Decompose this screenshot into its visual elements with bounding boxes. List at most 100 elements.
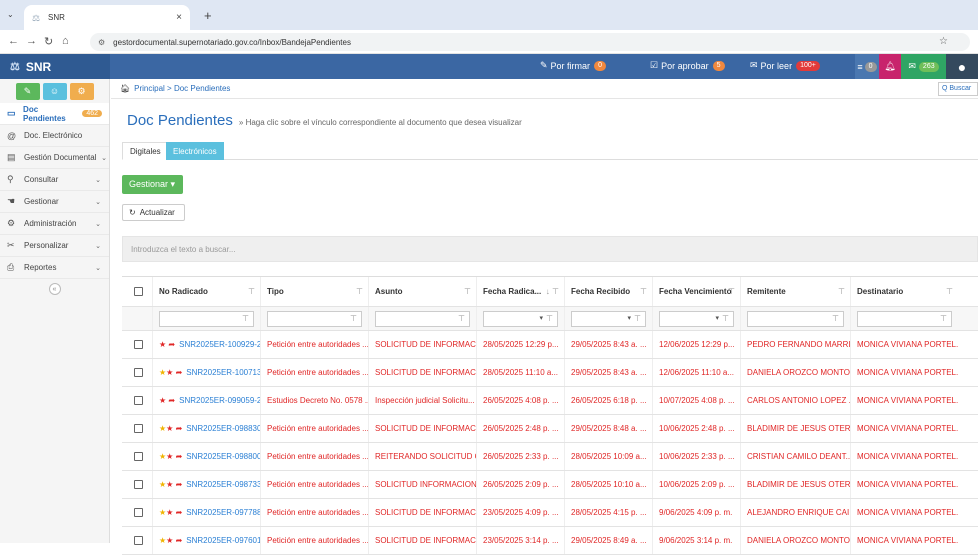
brand[interactable]: ⚖ SNR bbox=[0, 54, 110, 79]
gestionar-button[interactable]: Gestionar ▾ bbox=[122, 175, 183, 194]
gears-icon[interactable]: ⚙ bbox=[69, 82, 94, 100]
cell-radicado[interactable]: ★★ ➦SNR2025ER-097601-2 bbox=[152, 527, 260, 554]
sidebar-item-gestionar[interactable]: ☚ Gestionar ⌄ bbox=[0, 191, 109, 213]
filter-asunto[interactable]: ⊤ bbox=[368, 307, 476, 330]
sidebar-item-doc-electronico[interactable]: @ Doc. Electrónico bbox=[0, 125, 109, 147]
row-checkbox[interactable] bbox=[122, 415, 152, 442]
breadcrumb-text[interactable]: Principal > Doc Pendientes bbox=[134, 84, 230, 93]
row-checkbox[interactable] bbox=[122, 387, 152, 414]
home-icon[interactable]: 🏠︎ bbox=[120, 84, 130, 93]
sidebar-item-gestion-documental[interactable]: ▤ Gestión Documental ⌄ bbox=[0, 147, 109, 169]
row-checkbox[interactable] bbox=[122, 331, 152, 358]
col-asunto[interactable]: Asunto ⊤ bbox=[368, 277, 476, 306]
radicado-link[interactable]: SNR2025ER-098830-2 bbox=[186, 424, 260, 433]
cell-radicado[interactable]: ★★ ➦SNR2025ER-100713-2 bbox=[152, 359, 260, 386]
filter-destinatario[interactable]: ⊤ bbox=[850, 307, 958, 330]
bookmark-star-icon[interactable]: ☆ bbox=[939, 36, 948, 47]
collapse-sidebar-icon[interactable]: « bbox=[48, 283, 61, 295]
cell-radicado[interactable]: ★★ ➦SNR2025ER-098733-2 bbox=[152, 471, 260, 498]
tab-electronicos[interactable]: Electrónicos bbox=[166, 142, 224, 160]
select-all-checkbox[interactable] bbox=[122, 277, 152, 306]
sidebar-item-label: Gestión Documental bbox=[24, 153, 97, 162]
table-row[interactable]: ★★ ➦SNR2025ER-098800-2Petición entre aut… bbox=[122, 443, 978, 471]
reload-icon[interactable]: ↻ bbox=[44, 35, 53, 48]
col-fecha-radicado[interactable]: Fecha Radica... ↓ ⊤ bbox=[476, 277, 564, 306]
row-checkbox[interactable] bbox=[122, 499, 152, 526]
actualizar-button[interactable]: ↻ Actualizar bbox=[122, 204, 185, 221]
close-tab-icon[interactable]: × bbox=[176, 12, 182, 23]
user-menu[interactable]: ● bbox=[946, 54, 978, 79]
sidebar-item-administracion[interactable]: ⚙ Administración ⌄ bbox=[0, 213, 109, 235]
new-tab-icon[interactable]: + bbox=[204, 8, 212, 23]
col-fecha-vencimiento[interactable]: Fecha Vencimiento ⊤ bbox=[652, 277, 740, 306]
col-destinatario[interactable]: Destinatario ⊤ bbox=[850, 277, 958, 306]
col-tipo[interactable]: Tipo ⊤ bbox=[260, 277, 368, 306]
cell-fecha-vencimiento: 12/06/2025 12:29 p... bbox=[652, 331, 740, 358]
sidebar-item-label: Administración bbox=[24, 219, 77, 228]
tab-digitales[interactable]: Digitales bbox=[122, 142, 169, 160]
radicado-link[interactable]: SNR2025ER-100713-2 bbox=[186, 368, 260, 377]
por-leer-link[interactable]: ✉ Por leer 100+ bbox=[750, 60, 820, 71]
pending-count-badge: 462 bbox=[82, 110, 102, 117]
filter-fecha-radicado[interactable]: ▾ ⊤ bbox=[476, 307, 564, 330]
col-fecha-recibido[interactable]: Fecha Recibido ⊤ bbox=[564, 277, 652, 306]
cell-radicado[interactable]: ★★ ➦SNR2025ER-097788-2 bbox=[152, 499, 260, 526]
table-row[interactable]: ★ ➦ SNR2025ER-100929-2 Petición entre auto… bbox=[122, 331, 978, 359]
back-icon[interactable]: ← bbox=[8, 35, 19, 47]
row-checkbox[interactable] bbox=[122, 443, 152, 470]
mail-button[interactable]: ✉ 263 bbox=[901, 54, 946, 79]
cell-radicado[interactable]: ★ ➦ SNR2025ER-099059-2 bbox=[152, 387, 260, 414]
browser-tab[interactable]: ⚖ SNR × bbox=[24, 5, 190, 30]
pencil-icon[interactable]: ✎ bbox=[15, 82, 40, 100]
cell-radicado[interactable]: ★ ➦ SNR2025ER-100929-2 bbox=[152, 331, 260, 358]
messages-badge: 0 bbox=[864, 61, 877, 72]
filter-fecha-vencimiento[interactable]: ▾ ⊤ bbox=[652, 307, 740, 330]
notifications-button[interactable]: 🔔︎ bbox=[879, 54, 901, 79]
forward-icon[interactable]: → bbox=[26, 35, 37, 47]
cell-fecha-vencimiento: 12/06/2025 11:10 a... bbox=[652, 359, 740, 386]
por-leer-badge: 100+ bbox=[796, 60, 820, 71]
messages-button[interactable]: ≡ 0 bbox=[855, 54, 879, 79]
tab-list-chevron-icon[interactable]: ⌄ bbox=[7, 10, 14, 19]
filter-remitente[interactable]: ⊤ bbox=[740, 307, 850, 330]
cell-remitente: PEDRO FERNANDO MARRI... bbox=[740, 331, 850, 358]
por-firmar-link[interactable]: ✎ Por firmar 0 bbox=[540, 60, 606, 71]
row-checkbox[interactable] bbox=[122, 527, 152, 554]
table-row[interactable]: ★★ ➦SNR2025ER-098733-2Petición entre aut… bbox=[122, 471, 978, 499]
cell-fecha-radicado: 23/05/2025 4:09 p. ... bbox=[476, 499, 564, 526]
row-checkbox[interactable] bbox=[122, 471, 152, 498]
col-no-radicado[interactable]: No Radicado ⊤ bbox=[152, 277, 260, 306]
table-row[interactable]: ★ ➦ SNR2025ER-099059-2 Estudios Decreto No… bbox=[122, 387, 978, 415]
table-row[interactable]: ★★ ➦SNR2025ER-097788-2Petición entre aut… bbox=[122, 499, 978, 527]
col-remitente[interactable]: Remitente ⊤ bbox=[740, 277, 850, 306]
site-info-icon[interactable]: ⚙ bbox=[98, 38, 105, 47]
url-field[interactable]: ⚙ gestordocumental.supernotariado.gov.co… bbox=[90, 33, 970, 51]
filter-icon: ⊤ bbox=[356, 287, 363, 296]
priority-stars-icon: ★★ ➦ bbox=[159, 508, 183, 517]
radicado-link[interactable]: SNR2025ER-100929-2 bbox=[179, 340, 260, 349]
app-header: ⚖ SNR ✎ Por firmar 0 ☑ Por aprobar 5 ✉ P… bbox=[0, 54, 978, 79]
sidebar-item-doc-pendientes[interactable]: ▭ Doc Pendientes 462 bbox=[0, 103, 109, 125]
table-row[interactable]: ★★ ➦SNR2025ER-098830-2Petición entre aut… bbox=[122, 415, 978, 443]
sidebar-item-reportes[interactable]: ⎙ Reportes ⌄ bbox=[0, 257, 109, 279]
cell-radicado[interactable]: ★★ ➦SNR2025ER-098830-2 bbox=[152, 415, 260, 442]
radicado-link[interactable]: SNR2025ER-097788-2 bbox=[186, 508, 260, 517]
sidebar-item-consultar[interactable]: ⚲ Consultar ⌄ bbox=[0, 169, 109, 191]
sidebar-item-personalizar[interactable]: ✂ Personalizar ⌄ bbox=[0, 235, 109, 257]
radicado-link[interactable]: SNR2025ER-097601-2 bbox=[186, 536, 260, 545]
users-icon[interactable]: ☺ bbox=[42, 82, 67, 100]
filter-input[interactable]: Introduzca el texto a buscar... bbox=[122, 236, 978, 262]
home-icon[interactable]: ⌂ bbox=[62, 35, 69, 47]
row-checkbox[interactable] bbox=[122, 359, 152, 386]
table-row[interactable]: ★★ ➦SNR2025ER-097601-2Petición entre aut… bbox=[122, 527, 978, 555]
radicado-link[interactable]: SNR2025ER-098800-2 bbox=[186, 452, 260, 461]
search-input[interactable]: Q Buscar bbox=[938, 82, 978, 96]
table-row[interactable]: ★★ ➦SNR2025ER-100713-2Petición entre aut… bbox=[122, 359, 978, 387]
cell-radicado[interactable]: ★★ ➦SNR2025ER-098800-2 bbox=[152, 443, 260, 470]
filter-tipo[interactable]: ⊤ bbox=[260, 307, 368, 330]
por-aprobar-link[interactable]: ☑ Por aprobar 5 bbox=[650, 60, 725, 71]
radicado-link[interactable]: SNR2025ER-099059-2 bbox=[179, 396, 260, 405]
filter-no-radicado[interactable]: ⊤ bbox=[152, 307, 260, 330]
radicado-link[interactable]: SNR2025ER-098733-2 bbox=[186, 480, 260, 489]
filter-fecha-recibido[interactable]: ▾ ⊤ bbox=[564, 307, 652, 330]
